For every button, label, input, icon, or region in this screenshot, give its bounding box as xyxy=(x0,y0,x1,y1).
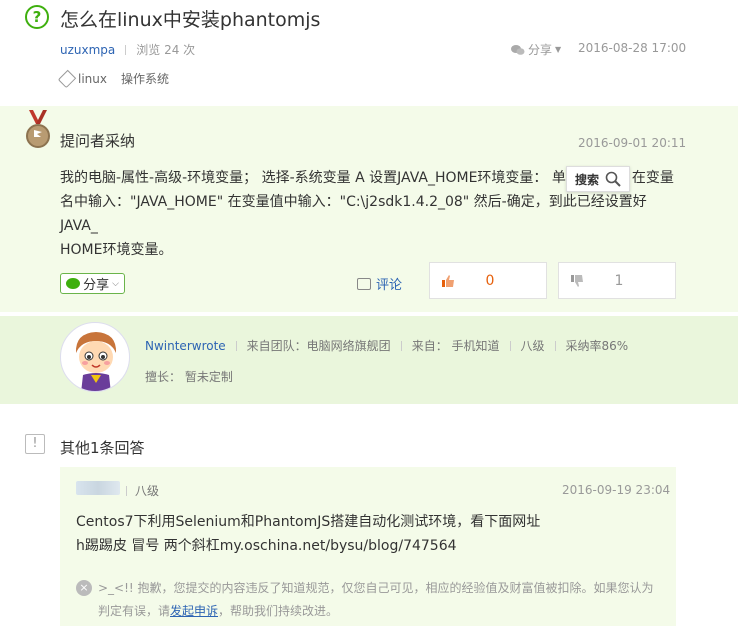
upvote-button[interactable]: 0 xyxy=(429,262,547,299)
answer-line-1: 我的电脑-属性-高级-环境变量； 选择-系统变量 A 设置JAVA_HOME环境… xyxy=(60,170,566,186)
divider xyxy=(126,485,127,496)
comment-label: 评论 xyxy=(376,278,403,293)
search-popup-button[interactable]: 搜索 xyxy=(566,166,630,192)
comment-icon xyxy=(357,277,371,290)
search-icon xyxy=(605,171,621,187)
tag-list: linux 操作系统 xyxy=(57,69,169,88)
answerer-specialty: 擅长： 暂未定制 xyxy=(145,370,233,384)
tag-linux[interactable]: linux xyxy=(78,72,107,86)
asker-name[interactable]: uzuxmpa xyxy=(60,43,115,57)
close-circle-icon: × xyxy=(76,580,92,596)
share-dropdown[interactable]: 分享 ▼ xyxy=(511,41,561,58)
other-answer-line-1: Centos7下利用Selenium和PhantomJS搭建自动化测试环境，看下… xyxy=(76,514,541,530)
divider xyxy=(400,340,402,351)
other-answers-icon: ! xyxy=(25,434,45,454)
accepted-date: 2016-09-01 20:11 xyxy=(578,136,687,150)
cartoon-avatar-icon xyxy=(75,332,117,391)
wechat-icon xyxy=(511,44,525,55)
share-button-label: 分享 xyxy=(83,278,110,293)
thumbs-down-icon xyxy=(571,274,583,287)
share-label: 分享 xyxy=(528,43,553,57)
divider xyxy=(125,44,127,55)
downvote-button[interactable]: 1 xyxy=(558,262,676,299)
answerer-team[interactable]: 来自团队：电脑网络旗舰团 xyxy=(247,337,391,354)
answerer-info: Nwinterwrote 来自团队：电脑网络旗舰团 来自： 手机知道 八级 采纳… xyxy=(145,337,628,354)
answerer-accept-rate: 采纳率86% xyxy=(565,339,629,353)
page-title: 怎么在linux中安装phantomjs xyxy=(60,9,321,31)
wechat-icon xyxy=(66,278,81,289)
violation-notice: >_<!! 抱歉，您提交的内容违反了知道规范，仅您自己可见，相应的经验值及财富值… xyxy=(98,577,663,623)
share-button[interactable]: 分享 ⌵ xyxy=(60,273,125,294)
search-popup-label: 搜索 xyxy=(574,172,599,187)
answerer-level: 八级 xyxy=(520,339,545,353)
accepted-title: 提问者采纳 xyxy=(60,132,136,150)
upvote-count: 0 xyxy=(485,272,495,289)
question-date: 2016-08-28 17:00 xyxy=(578,41,687,55)
other-answer-text: Centos7下利用Selenium和PhantomJS搭建自动化测试环境，看下… xyxy=(76,510,540,558)
answer-line-2: 名中输入："JAVA_HOME" 在变量值中输入："C:\j2sdk1.4.2_… xyxy=(60,194,647,234)
answerer-name[interactable]: Nwinterwrote xyxy=(145,339,226,353)
other-answer-line-2: h踢踢皮 冒号 两个斜杠my.oschina.net/bysu/blog/747… xyxy=(76,538,457,554)
comment-button[interactable]: 评论 xyxy=(357,274,402,293)
other-answer-date: 2016-09-19 23:04 xyxy=(562,483,671,497)
tag-icon xyxy=(57,69,77,88)
question-meta: uzuxmpa 浏览 24 次 xyxy=(60,41,195,58)
appeal-link[interactable]: 发起申诉 xyxy=(170,604,218,618)
answer-line-3: HOME环境变量。 xyxy=(60,242,173,258)
downvote-count: 1 xyxy=(614,272,624,289)
divider xyxy=(235,340,237,351)
answer-line-1-tail: 在变量 xyxy=(631,170,674,186)
avatar[interactable] xyxy=(60,322,130,392)
notice-text-end: ，帮助我们持续改进。 xyxy=(218,604,339,618)
other-answers-title: 其他1条回答 xyxy=(60,439,145,457)
answerer-source: 来自： 手机知道 xyxy=(411,339,500,353)
view-count: 浏览 24 次 xyxy=(136,43,196,57)
other-answer-meta: 八级 xyxy=(126,482,159,499)
other-answer-level: 八级 xyxy=(135,484,160,498)
question-icon: ? xyxy=(25,5,49,29)
divider xyxy=(554,340,556,351)
chevron-down-icon: ▼ xyxy=(555,45,562,54)
medal-icon xyxy=(26,110,50,148)
tag-os[interactable]: 操作系统 xyxy=(121,70,169,87)
thumbs-up-icon xyxy=(442,274,454,287)
divider xyxy=(509,340,511,351)
blurred-username xyxy=(76,481,120,495)
chevron-down-icon: ⌵ xyxy=(112,278,119,289)
